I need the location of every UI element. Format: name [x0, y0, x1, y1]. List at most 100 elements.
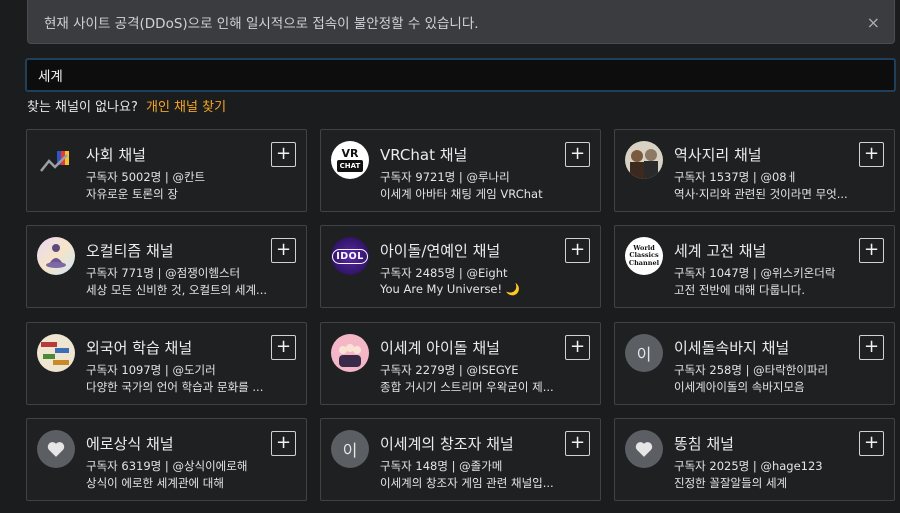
add-channel-button[interactable]: +	[565, 431, 590, 456]
channel-card[interactable]: 사회 채널 구독자 5002명 | @칸트 자유로운 토론의 장 +	[26, 129, 307, 212]
channel-card[interactable]: 오컬티즘 채널 구독자 771명 | @점쟁이헴스터 세상 모든 신비한 것, …	[26, 225, 307, 308]
channel-title: 역사지리 채널	[674, 146, 762, 164]
channel-meta: 구독자 258명 | @타락한이파리	[674, 363, 829, 377]
subscriber-count: 구독자 148명	[380, 459, 448, 473]
channel-search-page: 현재 사이트 공격(DDoS)으로 인해 일시적으로 접속이 불안정할 수 있습…	[0, 0, 900, 513]
owner-handle: @칸트	[172, 170, 206, 184]
add-channel-button[interactable]: +	[859, 431, 884, 456]
subscriber-count: 구독자 6319명	[86, 459, 162, 473]
channel-meta: 구독자 6319명 | @상식이에로해	[86, 459, 248, 473]
subscriber-count: 구독자 1047명	[674, 266, 750, 280]
subscriber-count: 구독자 1097명	[86, 363, 162, 377]
channel-description: 고전 전반에 대해 다룹니다.	[674, 283, 806, 297]
channel-title: 에로상식 채널	[86, 435, 174, 453]
channel-description: 다양한 국가의 언어 학습과 문화를 ...	[86, 380, 264, 394]
letter-avatar: 이	[625, 334, 663, 372]
channel-title: 똥침 채널	[674, 435, 734, 453]
channel-description: 종합 거시기 스트리머 우왁굳이 제...	[380, 380, 554, 394]
owner-handle: @도기러	[172, 363, 216, 377]
add-channel-button[interactable]: +	[271, 335, 296, 360]
add-channel-button[interactable]: +	[859, 142, 884, 167]
channel-meta: 구독자 771명 | @점쟁이헴스터	[86, 266, 241, 280]
vrchat-logo-text: VR	[341, 147, 359, 160]
subscriber-count: 구독자 2279명	[380, 363, 456, 377]
ddos-notice-banner: 현재 사이트 공격(DDoS)으로 인해 일시적으로 접속이 불안정할 수 있습…	[27, 0, 895, 44]
language-words-icon	[37, 334, 75, 372]
owner-handle: @08ㅔ	[760, 170, 798, 184]
subscriber-count: 구독자 2025명	[674, 459, 750, 473]
channel-card[interactable]: VR CHAT VRChat 채널 구독자 9721명 | @루나리 이세계 아…	[320, 129, 601, 212]
channel-meta: 구독자 9721명 | @루나리	[380, 170, 510, 184]
personal-channel-link[interactable]: 개인 채널 찾기	[146, 100, 226, 115]
add-channel-button[interactable]: +	[565, 335, 590, 360]
channel-meta: 구독자 2025명 | @hage123	[674, 459, 823, 473]
subscriber-count: 구독자 5002명	[86, 170, 162, 184]
add-channel-button[interactable]: +	[271, 238, 296, 263]
subscriber-count: 구독자 258명	[674, 363, 742, 377]
owner-handle: @ISEGYE	[466, 363, 519, 377]
add-channel-button[interactable]: +	[859, 335, 884, 360]
channel-meta: 구독자 2279명 | @ISEGYE	[380, 363, 519, 377]
channel-description: 이세계아이돌의 속바지모음	[674, 380, 805, 394]
channel-card[interactable]: World Classics Channel 세계 고전 채널 구독자 1047…	[614, 225, 895, 308]
owner-handle: @위스키온더락	[760, 266, 836, 280]
add-channel-button[interactable]: +	[271, 142, 296, 167]
channel-title: 이세계의 창조자 채널	[380, 435, 514, 453]
vrchat-logo: VR CHAT	[331, 141, 369, 179]
owner-handle: @상식이에로해	[172, 459, 248, 473]
channel-card[interactable]: 똥침 채널 구독자 2025명 | @hage123 진정한 꼴잘알들의 세계 …	[614, 418, 895, 501]
meditation-figure-icon	[37, 237, 75, 275]
owner-handle: @졸가메	[459, 459, 503, 473]
channel-description: 진정한 꼴잘알들의 세계	[674, 476, 788, 490]
subscriber-count: 구독자 9721명	[380, 170, 456, 184]
channel-meta: 구독자 5002명 | @칸트	[86, 170, 206, 184]
channel-meta: 구독자 1537명 | @08ㅔ	[674, 170, 798, 184]
channel-meta: 구독자 1047명 | @위스키온더락	[674, 266, 836, 280]
channel-meta: 구독자 2485명 | @Eight	[380, 266, 508, 280]
idol-group-icon	[331, 334, 369, 372]
channel-card[interactable]: 이 이세계의 창조자 채널 구독자 148명 | @졸가메 이세계의 창조자 게…	[320, 418, 601, 501]
world-classics-logo: World Classics Channel	[625, 237, 663, 275]
vrchat-logo-subtext: CHAT	[336, 160, 364, 172]
channel-description: 이세계 아바타 채팅 게임 VRChat	[380, 187, 543, 201]
owner-handle: @타락한이파리	[753, 363, 829, 377]
owner-handle: @Eight	[466, 266, 508, 280]
subscriber-count: 구독자 2485명	[380, 266, 456, 280]
channel-title: 이세돌속바지 채널	[674, 339, 790, 357]
historical-portrait-icon	[625, 141, 663, 179]
add-channel-button[interactable]: +	[565, 238, 590, 263]
channel-card[interactable]: 외국어 학습 채널 구독자 1097명 | @도기러 다양한 국가의 언어 학습…	[26, 322, 307, 405]
subscriber-count: 구독자 1537명	[674, 170, 750, 184]
owner-handle: @점쟁이헴스터	[165, 266, 241, 280]
add-channel-button[interactable]: +	[565, 142, 590, 167]
find-channel-text: 찾는 채널이 없나요?	[27, 100, 138, 115]
heart-icon	[625, 430, 663, 468]
channel-title: 이세계 아이돌 채널	[380, 339, 500, 357]
add-channel-button[interactable]: +	[271, 431, 296, 456]
find-channel-prompt: 찾는 채널이 없나요? 개인 채널 찾기	[27, 96, 226, 115]
channel-card[interactable]: 역사지리 채널 구독자 1537명 | @08ㅔ 역사·지리와 관련된 것이라면…	[614, 129, 895, 212]
add-channel-button[interactable]: +	[859, 238, 884, 263]
channel-card[interactable]: IDOL 아이돌/연예인 채널 구독자 2485명 | @Eight You A…	[320, 225, 601, 308]
idol-logo-text: IDOL	[332, 248, 368, 264]
channel-title: 외국어 학습 채널	[86, 339, 193, 357]
channel-meta: 구독자 148명 | @졸가메	[380, 459, 503, 473]
channel-meta: 구독자 1097명 | @도기러	[86, 363, 216, 377]
owner-handle: @루나리	[466, 170, 510, 184]
channel-search-input[interactable]	[25, 58, 896, 92]
channel-description: 상식이 에로한 세계관에 대해	[86, 476, 224, 490]
channel-card[interactable]: 이세계 아이돌 채널 구독자 2279명 | @ISEGYE 종합 거시기 스트…	[320, 322, 601, 405]
channel-card[interactable]: 에로상식 채널 구독자 6319명 | @상식이에로해 상식이 에로한 세계관에…	[26, 418, 307, 501]
channel-card[interactable]: 이 이세돌속바지 채널 구독자 258명 | @타락한이파리 이세계아이돌의 속…	[614, 322, 895, 405]
letter-avatar: 이	[331, 430, 369, 468]
channel-title: 세계 고전 채널	[674, 242, 767, 260]
channel-description: 역사·지리와 관련된 것이라면 무엇...	[674, 187, 848, 201]
channel-description: You Are My Universe! 🌙	[380, 282, 521, 296]
owner-handle: @hage123	[760, 459, 823, 473]
channel-title: VRChat 채널	[380, 146, 468, 164]
close-icon[interactable]: ×	[867, 15, 880, 31]
subscriber-count: 구독자 771명	[86, 266, 154, 280]
channel-description: 세상 모든 신비한 것, 오컬트의 세계...	[86, 283, 268, 297]
channel-description: 이세계의 창조자 게임 관련 채널입...	[380, 476, 554, 490]
heart-icon	[37, 430, 75, 468]
